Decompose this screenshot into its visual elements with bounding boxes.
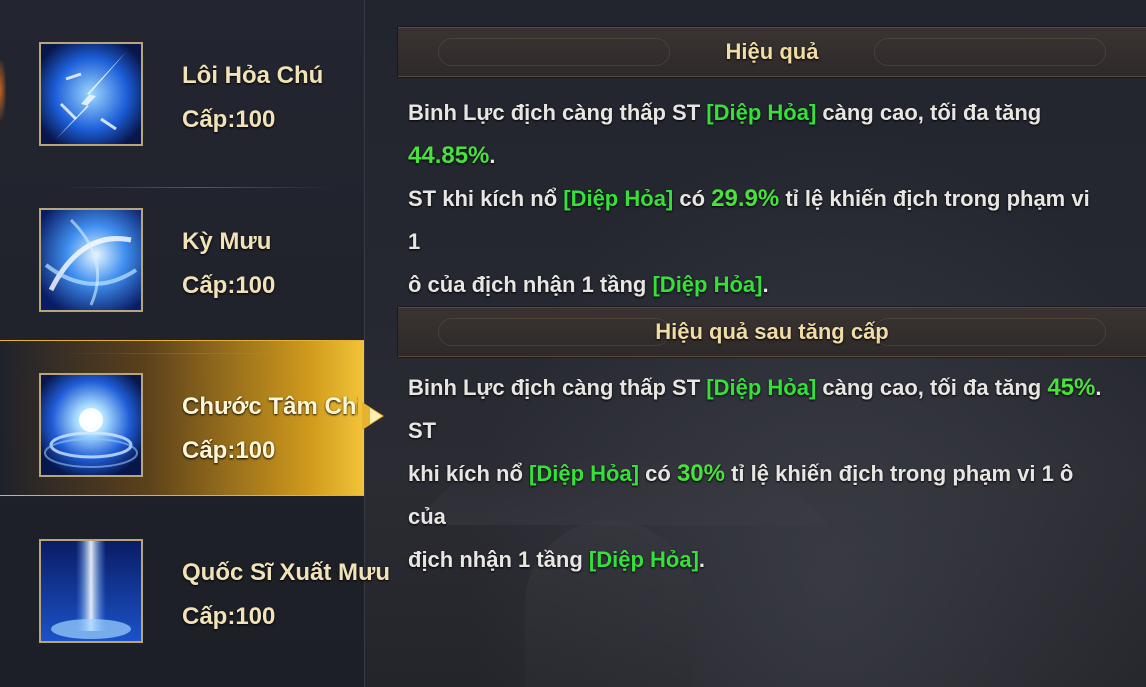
skill-list-panel: Lôi Hỏa Chú Cấp:100 Kỳ Mưu Cấp:100 Chước… <box>0 0 390 687</box>
effect-tag: [Diệp Hỏa] <box>706 100 817 125</box>
lightning-spear-skill-icon <box>39 42 143 146</box>
upgrade-tag: [Diệp Hỏa] <box>588 547 699 572</box>
skill-item-quoc-si-xuat-muu[interactable]: Quốc Sĩ Xuất Mưu Cấp:100 <box>0 515 390 669</box>
effect-max-increase: 44.85% <box>408 142 490 169</box>
blue-burst-skill-icon <box>39 373 143 477</box>
effect-title: Hiệu quả <box>725 39 819 64</box>
skill-level: Cấp:100 <box>182 106 276 133</box>
skill-name: Lôi Hỏa Chú <box>182 62 324 89</box>
effect-tag: [Diệp Hỏa] <box>652 272 763 297</box>
skill-level: Cấp:100 <box>182 437 276 464</box>
skill-name: Quốc Sĩ Xuất Mưu <box>182 559 391 586</box>
skill-name: Kỳ Mưu <box>182 228 272 255</box>
blue-whirlwind-skill-icon <box>39 208 143 312</box>
effect-description: Binh Lực địch càng thấp ST [Diệp Hỏa] cà… <box>408 91 1108 306</box>
upgrade-line-2: khi kích nổ [Diệp Hỏa] có 30% tỉ lệ khiế… <box>408 460 1074 529</box>
skill-item-chuoc-tam-chi-viem[interactable]: Chước Tâm Chi Viêm Cấp:100 <box>0 340 364 496</box>
upgrade-tag: [Diệp Hỏa] <box>529 461 640 486</box>
upgrade-line-1: Binh Lực địch càng thấp ST [Diệp Hỏa] cà… <box>408 374 1102 443</box>
effect-line-2: ST khi kích nổ [Diệp Hỏa] có 29.9% tỉ lệ… <box>408 185 1090 254</box>
upgrade-effect-header: Hiệu quả sau tăng cấp <box>398 307 1146 357</box>
skill-level: Cấp:100 <box>182 603 276 630</box>
upgrade-max-increase: 45% <box>1047 374 1096 401</box>
effect-tag: [Diệp Hỏa] <box>563 186 674 211</box>
upgrade-tag: [Diệp Hỏa] <box>706 375 817 400</box>
upgrade-chance: 30% <box>676 460 725 487</box>
upgrade-line-3: địch nhận 1 tầng [Diệp Hỏa]. <box>408 547 706 572</box>
upgrade-effect-title: Hiệu quả sau tăng cấp <box>655 319 889 344</box>
effect-header: Hiệu quả <box>398 27 1146 77</box>
effect-chance: 29.9% <box>711 185 780 212</box>
selected-arrow-highlight <box>370 408 382 424</box>
light-pillar-skill-icon <box>39 539 143 643</box>
upgrade-effect-description: Binh Lực địch càng thấp ST [Diệp Hỏa] cà… <box>408 366 1108 581</box>
effect-line-1: Binh Lực địch càng thấp ST [Diệp Hỏa] cà… <box>408 100 1042 169</box>
skill-item-ky-muu[interactable]: Kỳ Mưu Cấp:100 <box>0 184 364 354</box>
skill-name: Chước Tâm Chi Viêm <box>182 393 358 420</box>
skill-item-loi-hoa-chu[interactable]: Lôi Hỏa Chú Cấp:100 <box>0 18 364 188</box>
effect-line-3: ô của địch nhận 1 tầng [Diệp Hỏa]. <box>408 272 769 297</box>
skill-level: Cấp:100 <box>182 272 276 299</box>
